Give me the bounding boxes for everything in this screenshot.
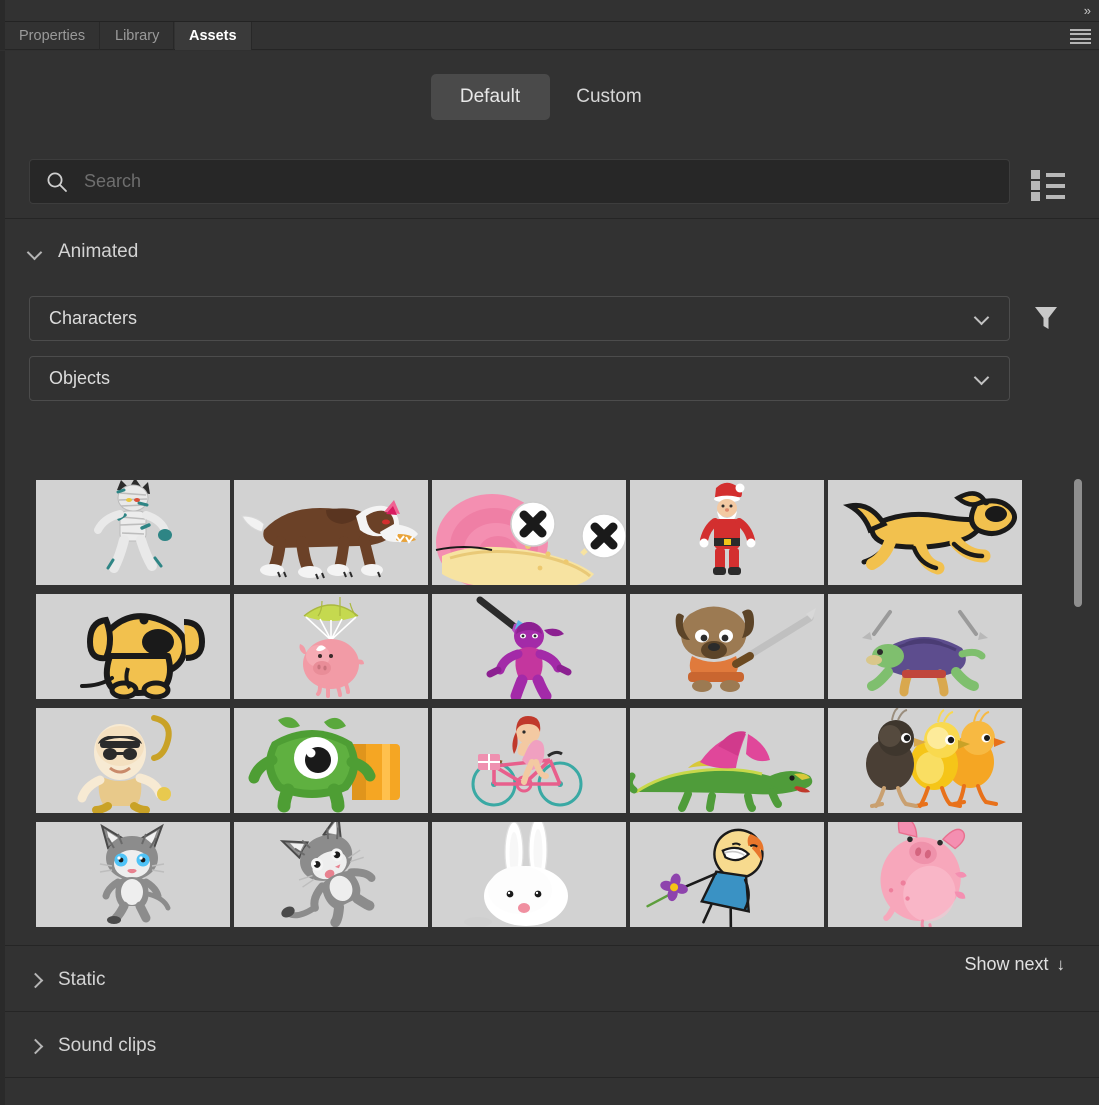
asset-grid-scrollbar-thumb[interactable] bbox=[1074, 479, 1082, 607]
dropdown-characters[interactable]: Characters bbox=[29, 296, 1010, 341]
hamburger-menu-icon[interactable] bbox=[1070, 29, 1091, 44]
asset-thumbnail[interactable] bbox=[828, 480, 1022, 585]
tab-assets[interactable]: Assets bbox=[175, 22, 252, 50]
asset-thumbnail[interactable] bbox=[828, 708, 1022, 813]
library-source-toggle: Default Custom bbox=[0, 74, 1099, 120]
tabbar-filler bbox=[242, 22, 1099, 50]
chevron-right-icon bbox=[28, 1039, 42, 1053]
chevron-right-icon bbox=[28, 973, 42, 987]
section-header-static[interactable]: Static bbox=[5, 949, 1099, 1011]
section-header-sound-clips[interactable]: Sound clips bbox=[5, 1015, 1099, 1077]
asset-thumbnail[interactable] bbox=[234, 594, 428, 699]
asset-thumbnail[interactable] bbox=[630, 480, 824, 585]
section-title-animated: Animated bbox=[58, 241, 138, 263]
dropdown-objects[interactable]: Objects bbox=[29, 356, 1010, 401]
divider-below-animated bbox=[5, 945, 1099, 946]
search-box[interactable] bbox=[29, 159, 1010, 204]
tab-properties[interactable]: Properties bbox=[5, 22, 100, 50]
asset-thumbnail[interactable] bbox=[36, 822, 230, 927]
asset-thumbnail[interactable] bbox=[432, 708, 626, 813]
section-title-static: Static bbox=[58, 969, 106, 991]
section-title-sound-clips: Sound clips bbox=[58, 1035, 156, 1057]
asset-thumbnail[interactable] bbox=[828, 822, 1022, 927]
asset-thumbnail[interactable] bbox=[36, 480, 230, 585]
panel-tab-bar: Properties Library Assets bbox=[0, 22, 1099, 50]
window-top-strip: » bbox=[0, 0, 1099, 22]
asset-thumbnail[interactable] bbox=[630, 594, 824, 699]
search-input[interactable] bbox=[84, 171, 1009, 192]
asset-thumbnail[interactable] bbox=[432, 480, 626, 585]
asset-thumbnail[interactable] bbox=[36, 708, 230, 813]
asset-thumbnail[interactable] bbox=[234, 480, 428, 585]
divider-below-static bbox=[5, 1011, 1099, 1012]
asset-thumbnail[interactable] bbox=[630, 708, 824, 813]
asset-thumbnail[interactable] bbox=[828, 594, 1022, 699]
assets-panel: » Properties Library Assets Default Cust… bbox=[0, 0, 1099, 1105]
chevron-down-icon bbox=[976, 372, 989, 385]
list-view-icon[interactable] bbox=[1029, 168, 1063, 198]
panel-left-edge bbox=[0, 0, 5, 22]
chevron-double-right-icon[interactable]: » bbox=[1084, 3, 1090, 18]
funnel-filter-icon[interactable] bbox=[1030, 301, 1062, 333]
chevron-down-icon bbox=[976, 312, 989, 325]
tab-library[interactable]: Library bbox=[101, 22, 174, 50]
segment-default[interactable]: Default bbox=[431, 74, 550, 120]
section-header-animated[interactable]: Animated bbox=[0, 221, 1099, 283]
dropdown-objects-label: Objects bbox=[49, 368, 110, 389]
asset-thumbnail[interactable] bbox=[432, 822, 626, 927]
divider-top bbox=[5, 218, 1099, 219]
segment-custom[interactable]: Custom bbox=[550, 74, 669, 120]
search-row bbox=[0, 148, 1099, 220]
asset-thumbnail[interactable] bbox=[432, 594, 626, 699]
asset-thumbnail[interactable] bbox=[234, 822, 428, 927]
asset-thumbnail-grid bbox=[36, 480, 1020, 932]
assets-panel-body: Default Custom bbox=[0, 51, 1099, 1105]
dropdown-characters-label: Characters bbox=[49, 308, 137, 329]
chevron-down-icon bbox=[28, 245, 42, 259]
search-icon bbox=[46, 171, 68, 193]
divider-bottom bbox=[5, 1077, 1099, 1078]
asset-thumbnail[interactable] bbox=[234, 708, 428, 813]
asset-thumbnail[interactable] bbox=[36, 594, 230, 699]
asset-grid-scrollbar-track[interactable] bbox=[1074, 475, 1082, 933]
asset-thumbnail[interactable] bbox=[630, 822, 824, 927]
